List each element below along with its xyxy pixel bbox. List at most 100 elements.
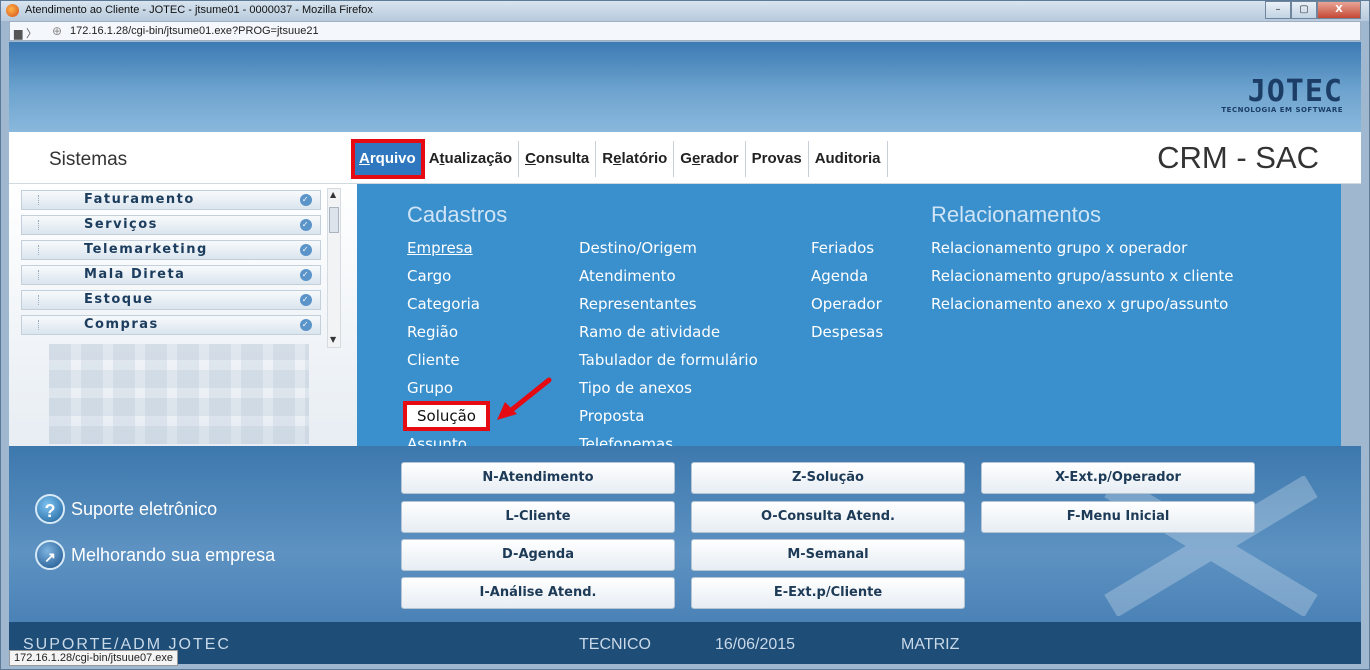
btn-e-ext-cliente[interactable]: E-Ext.p/Cliente <box>691 577 965 609</box>
menu-link-empresa[interactable]: Empresa <box>407 238 486 266</box>
red-arrow-icon <box>497 377 552 420</box>
btn-d-agenda[interactable]: D-Agenda <box>401 539 675 571</box>
status-date: 16/06/2015 <box>715 636 796 653</box>
scroll-thumb[interactable] <box>329 207 339 233</box>
relacionamentos-col: Relacionamento grupo x operador Relacion… <box>931 238 1233 322</box>
improve-link[interactable]: ↗ Melhorando sua empresa <box>35 540 275 570</box>
decorative-cubes <box>49 344 309 444</box>
menu-arquivo[interactable]: Arquivo <box>351 139 425 179</box>
systems-panel: Faturamento ✓ Serviços ✓ Telemarketing ✓ Ma… <box>9 184 357 446</box>
menu-link-cargo[interactable]: Cargo <box>407 266 486 294</box>
background-x-icon <box>1104 476 1318 616</box>
grip-icon <box>38 320 40 330</box>
menu-link-representantes[interactable]: Representantes <box>579 294 758 322</box>
sistemas-label: Sistemas <box>49 149 128 170</box>
globe-icon: ⊕ <box>52 24 63 38</box>
system-item-label: Faturamento <box>84 192 195 207</box>
system-item-compras[interactable]: Compras ✓ <box>21 315 321 335</box>
cadastros-col-2: Destino/Origem Atendimento Representante… <box>579 238 758 446</box>
btn-l-cliente[interactable]: L-Cliente <box>401 501 675 533</box>
menu-link-destino-origem[interactable]: Destino/Origem <box>579 238 758 266</box>
grip-icon <box>38 295 40 305</box>
menu-gerador[interactable]: Gerador <box>674 141 746 177</box>
menu-auditoria[interactable]: Auditoria <box>809 141 888 177</box>
btn-f-menu-inicial[interactable]: F-Menu Inicial <box>981 501 1255 533</box>
menu-link-regiao[interactable]: Região <box>407 322 486 350</box>
system-item-faturamento[interactable]: Faturamento ✓ <box>21 190 321 210</box>
btn-z-solucao[interactable]: Z-Solução <box>691 462 965 494</box>
check-icon: ✓ <box>300 194 312 206</box>
link-tooltip: 172.16.1.28/cgi-bin/jtsuue07.exe <box>9 650 179 666</box>
check-icon: ✓ <box>300 294 312 306</box>
menu-link-assunto[interactable]: Assunto <box>407 434 486 446</box>
shortcut-area: ? Suporte eletrônico ↗ Melhorando sua em… <box>9 446 1361 622</box>
btn-i-analise-atend[interactable]: I-Análise Atend. <box>401 577 675 609</box>
grip-icon <box>38 245 40 255</box>
system-item-label: Estoque <box>84 292 154 307</box>
menu-provas[interactable]: Provas <box>746 141 809 177</box>
logo-subtitle: TECNOLOGIA EM SOFTWARE <box>1221 106 1343 114</box>
system-item-label: Compras <box>84 317 159 332</box>
systems-scrollbar[interactable]: ▲ ▼ <box>327 188 341 348</box>
main-menu: Arquivo Atualização Consulta Relatório G… <box>351 139 888 179</box>
menu-link-tabulador[interactable]: Tabulador de formulário <box>579 350 758 378</box>
scroll-down-icon[interactable]: ▼ <box>330 335 336 344</box>
cadastros-heading: Cadastros <box>407 202 508 227</box>
system-item-label: Mala Direta <box>84 267 186 282</box>
minimize-button[interactable]: – <box>1265 1 1291 19</box>
menu-link-rel-anexo-grupo-assunto[interactable]: Relacionamento anexo x grupo/assunto <box>931 294 1233 322</box>
cadastros-col-1: Empresa Cargo Categoria Região Cliente G… <box>403 238 490 446</box>
menu-link-solucao[interactable]: Solução <box>403 401 490 434</box>
help-icon: ? <box>35 494 65 524</box>
support-link[interactable]: ? Suporte eletrônico <box>35 494 217 524</box>
firefox-icon <box>6 4 19 17</box>
menu-link-ramo-atividade[interactable]: Ramo de atividade <box>579 322 758 350</box>
status-user: TECNICO <box>579 636 651 653</box>
maximize-button[interactable]: ▢ <box>1291 1 1317 19</box>
status-branch: MATRIZ <box>901 636 960 653</box>
menu-row: Sistemas Arquivo Atualização Consulta Re… <box>9 132 1361 184</box>
btn-x-ext-operador[interactable]: X-Ext.p/Operador <box>981 462 1255 494</box>
menu-link-telefonemas[interactable]: Telefonemas <box>579 434 758 446</box>
systems-list: Faturamento ✓ Serviços ✓ Telemarketing ✓ Ma… <box>21 190 321 340</box>
btn-m-semanal[interactable]: M-Semanal <box>691 539 965 571</box>
menu-relatorio[interactable]: Relatório <box>596 141 675 177</box>
menu-link-operador[interactable]: Operador <box>811 294 883 322</box>
system-item-servicos[interactable]: Serviços ✓ <box>21 215 321 235</box>
address-bar[interactable]: ▆ 〉 ⊕ 172.16.1.28/cgi-bin/jtsume01.exe?P… <box>9 21 1361 41</box>
btn-o-consulta-atend[interactable]: O-Consulta Atend. <box>691 501 965 533</box>
system-item-mala-direta[interactable]: Mala Direta ✓ <box>21 265 321 285</box>
menu-link-rel-grupo-assunto-cliente[interactable]: Relacionamento grupo/assunto x cliente <box>931 266 1233 294</box>
url-text[interactable]: 172.16.1.28/cgi-bin/jtsume01.exe?PROG=jt… <box>70 25 319 37</box>
grip-icon <box>38 220 40 230</box>
menu-link-agenda[interactable]: Agenda <box>811 266 883 294</box>
menu-link-tipo-anexos[interactable]: Tipo de anexos <box>579 378 758 406</box>
app-title: CRM - SAC <box>1157 140 1319 175</box>
menu-link-despesas[interactable]: Despesas <box>811 322 883 350</box>
menu-link-atendimento[interactable]: Atendimento <box>579 266 758 294</box>
close-button[interactable]: X <box>1317 1 1361 19</box>
scroll-up-icon[interactable]: ▲ <box>330 190 336 199</box>
menu-link-grupo[interactable]: Grupo <box>407 378 486 406</box>
system-item-telemarketing[interactable]: Telemarketing ✓ <box>21 240 321 260</box>
grip-icon <box>38 195 40 205</box>
menu-atualizacao[interactable]: Atualização <box>423 141 520 177</box>
menu-consulta[interactable]: Consulta <box>519 141 597 177</box>
system-item-label: Serviços <box>84 217 158 232</box>
system-item-estoque[interactable]: Estoque ✓ <box>21 290 321 310</box>
menu-link-rel-grupo-operador[interactable]: Relacionamento grupo x operador <box>931 238 1233 266</box>
logo-text: JOTEC <box>1247 74 1343 109</box>
menu-link-categoria[interactable]: Categoria <box>407 294 486 322</box>
btn-n-atendimento[interactable]: N-Atendimento <box>401 462 675 494</box>
improve-label: Melhorando sua empresa <box>71 544 276 565</box>
window-title: Atendimento ao Cliente - JOTEC - jtsume0… <box>25 4 373 16</box>
title-bar: Atendimento ao Cliente - JOTEC - jtsume0… <box>1 1 1369 21</box>
jotec-logo: JOTEC TECNOLOGIA EM SOFTWARE <box>1221 74 1343 115</box>
status-bar: SUPORTE/ADM JOTEC TECNICO 16/06/2015 MAT… <box>9 622 1361 664</box>
menu-link-proposta[interactable]: Proposta <box>579 406 758 434</box>
menu-link-cliente[interactable]: Cliente <box>407 350 486 378</box>
cadastros-col-3: Feriados Agenda Operador Despesas <box>811 238 883 350</box>
browser-window: Atendimento ao Cliente - JOTEC - jtsume0… <box>0 0 1370 670</box>
menu-link-feriados[interactable]: Feriados <box>811 238 883 266</box>
chart-growth-icon: ↗ <box>35 540 65 570</box>
